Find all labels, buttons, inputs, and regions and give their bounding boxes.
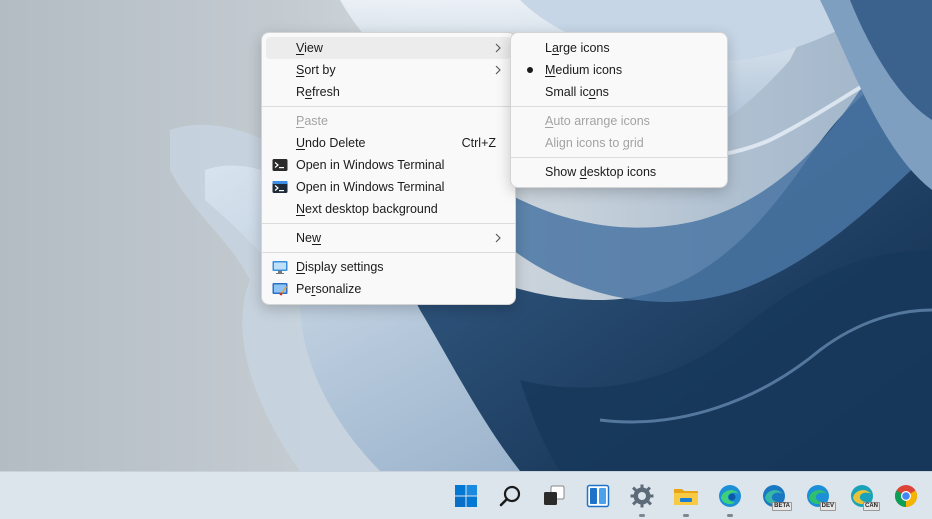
menu-item-undo-delete[interactable]: Undo Delete Ctrl+Z — [266, 132, 511, 154]
menu-item-paste: Paste — [266, 110, 511, 132]
menu-separator — [511, 106, 727, 107]
edge-beta-badge: BETA — [772, 502, 792, 511]
task-view-button[interactable] — [538, 480, 570, 512]
edge-icon — [719, 485, 741, 507]
file-explorer-button[interactable] — [670, 480, 702, 517]
running-indicator — [727, 514, 733, 517]
chevron-right-icon — [495, 233, 501, 243]
align-grid-label: Align icons to grid — [545, 136, 644, 150]
settings-button[interactable] — [626, 480, 658, 517]
selected-bullet-icon — [527, 67, 533, 73]
submenu-item-large-icons[interactable]: Large icons — [515, 37, 723, 59]
edge-dev-badge: DEV — [819, 502, 836, 511]
large-icons-label: Large icons — [545, 41, 610, 55]
menu-item-view-label: View — [296, 41, 323, 55]
menu-item-personalize[interactable]: Personalize — [266, 278, 511, 300]
search-button[interactable] — [494, 480, 526, 512]
auto-arrange-label: Auto arrange icons — [545, 114, 650, 128]
menu-item-display-settings-label: Display settings — [296, 260, 384, 274]
submenu-item-medium-icons[interactable]: Medium icons — [515, 59, 723, 81]
submenu-item-show-desktop-icons[interactable]: Show desktop icons — [515, 161, 723, 183]
menu-item-sort-by[interactable]: Sort by — [266, 59, 511, 81]
running-indicator — [683, 514, 689, 517]
menu-item-open-terminal-label: Open in Windows Terminal — [296, 158, 445, 172]
edge-button[interactable] — [714, 480, 746, 517]
chevron-right-icon — [495, 43, 501, 53]
menu-item-undo-delete-label: Undo Delete — [296, 136, 366, 150]
menu-separator — [262, 106, 515, 107]
running-indicator — [639, 514, 645, 517]
menu-item-view[interactable]: View — [266, 37, 511, 59]
terminal-icon — [272, 159, 288, 171]
search-icon — [499, 485, 521, 507]
menu-item-open-terminal[interactable]: Open in Windows Terminal — [266, 154, 511, 176]
edge-canary-button[interactable]: CAN — [846, 480, 880, 512]
view-submenu: Large icons Medium icons Small icons Aut… — [510, 32, 728, 188]
menu-item-personalize-label: Personalize — [296, 282, 362, 296]
submenu-item-align-grid: Align icons to grid — [515, 132, 723, 154]
menu-item-display-settings[interactable]: Display settings — [266, 256, 511, 278]
submenu-item-auto-arrange: Auto arrange icons — [515, 110, 723, 132]
menu-item-open-terminal-preview[interactable]: Open in Windows Terminal — [266, 176, 511, 198]
menu-item-new-label: New — [296, 231, 322, 245]
taskbar: BETA DEV CAN — [0, 471, 932, 519]
edge-canary-badge: CAN — [863, 502, 880, 511]
menu-item-open-terminal-preview-label: Open in Windows Terminal — [296, 180, 445, 194]
menu-item-paste-label: Paste — [296, 114, 328, 128]
menu-item-new[interactable]: New — [266, 227, 511, 249]
chevron-right-icon — [495, 65, 501, 75]
windows-logo-icon — [455, 485, 477, 507]
menu-item-next-desktop-background[interactable]: Next desktop background — [266, 198, 511, 220]
menu-item-sort-by-label: Sort by — [296, 63, 336, 77]
menu-separator — [262, 252, 515, 253]
desktop-context-menu: View Sort by Refresh Paste Undo Delete C… — [261, 32, 516, 305]
display-settings-icon — [272, 261, 288, 274]
menu-item-next-background-label: Next desktop background — [296, 202, 438, 216]
task-view-icon — [544, 485, 565, 505]
small-icons-label: Small icons — [545, 85, 609, 99]
show-desktop-icons-label: Show desktop icons — [545, 165, 657, 179]
menu-item-refresh[interactable]: Refresh — [266, 81, 511, 103]
edge-dev-button[interactable]: DEV — [802, 480, 836, 512]
submenu-item-small-icons[interactable]: Small icons — [515, 81, 723, 103]
edge-beta-button[interactable]: BETA — [758, 480, 792, 512]
widgets-icon — [586, 484, 610, 508]
chrome-icon — [895, 485, 917, 507]
menu-separator — [262, 223, 515, 224]
chrome-button[interactable] — [890, 480, 922, 512]
menu-item-refresh-label: Refresh — [296, 85, 340, 99]
start-button[interactable] — [450, 480, 482, 512]
undo-shortcut: Ctrl+Z — [461, 136, 496, 150]
folder-icon — [674, 489, 698, 505]
gear-icon — [630, 484, 654, 508]
terminal-preview-icon — [272, 181, 288, 193]
menu-separator — [511, 157, 727, 158]
widgets-button[interactable] — [582, 480, 614, 512]
personalize-icon — [272, 283, 288, 296]
medium-icons-label: Medium icons — [545, 63, 623, 77]
